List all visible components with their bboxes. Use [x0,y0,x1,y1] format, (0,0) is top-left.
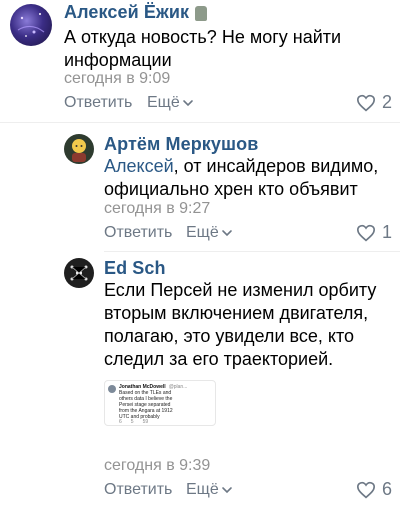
comment-text-block: Алексей, от инсайдеров видимо, официальн… [104,155,394,201]
avatar[interactable] [64,134,94,164]
comment-time[interactable]: сегодня в 9:39 [104,457,210,475]
comment-time[interactable]: сегодня в 9:27 [104,200,210,218]
heart-icon [356,481,376,498]
attached-tweet-image[interactable]: Jonathan McDowell @plan... Based on the … [104,380,216,426]
comment-author[interactable]: Артём Меркушов [104,134,258,155]
more-button[interactable]: Ещё [186,481,233,499]
tweet-reply-count: 6 [119,419,122,425]
avatar-image-icon [17,13,45,37]
reply-button[interactable]: Ответить [104,224,172,242]
reply-button[interactable]: Ответить [104,481,172,499]
more-button[interactable]: Ещё [147,94,194,112]
comment-author[interactable]: Алексей Ёжик [64,2,189,23]
chevron-down-icon [182,100,193,107]
like-button[interactable]: 2 [356,92,392,113]
reply-button[interactable]: Ответить [64,94,132,112]
more-button[interactable]: Ещё [186,224,233,242]
comment-text: Если Персей не изменил орбиту вторым вкл… [104,280,377,369]
tweet-retweet-count: 5 [130,419,134,425]
like-count: 6 [382,479,393,499]
chevron-down-icon [221,230,232,237]
like-count: 1 [382,222,393,242]
more-label: Ещё [186,481,219,498]
heart-icon [356,94,376,111]
avatar[interactable] [10,4,52,46]
chevron-down-icon [221,487,232,494]
comment-author[interactable]: Ed Sch [104,258,166,279]
like-button[interactable]: 6 [356,479,392,500]
tweet-text: Based on the TLEs and others data I beli… [119,390,173,419]
tweet-like-count: 59 [142,419,149,425]
tweet-avatar [108,385,116,393]
like-count: 2 [382,92,393,112]
mention-link[interactable]: Алексей [104,156,174,176]
comment-text: А откуда новость? Не могу найти информац… [64,27,342,70]
more-label: Ещё [147,94,180,111]
more-label: Ещё [186,224,219,241]
emoji-icon [195,6,208,21]
avatar[interactable] [64,258,94,288]
divider [0,122,400,123]
comment-time[interactable]: сегодня в 9:09 [64,70,170,88]
like-button[interactable]: 1 [356,222,392,243]
avatar-image-icon [70,265,88,281]
divider [104,251,400,252]
heart-icon [356,224,376,241]
avatar-image-icon [72,139,86,162]
